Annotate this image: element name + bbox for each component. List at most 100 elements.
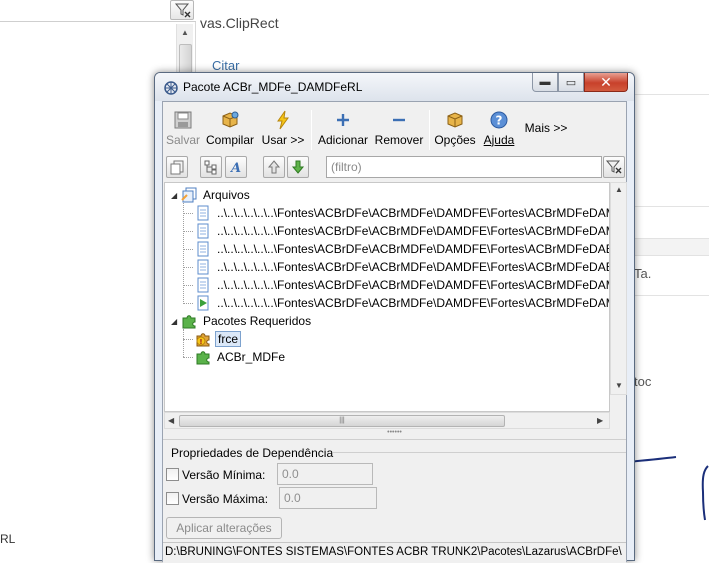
toolbar-separator [429,110,430,150]
tree-view-button[interactable] [200,156,222,178]
more-button[interactable]: Mais >> [521,108,571,152]
background-left-header [0,0,196,22]
background-toc-text: toc [634,374,652,389]
minimize-icon: ▬ [539,76,551,88]
dependency-properties-title: Propriedades de Dependência [171,446,334,460]
panel-splitter[interactable]: •••••• [163,429,626,437]
package-name: frce [215,331,242,347]
tree-package-item-frce[interactable]: ! frce [195,330,242,348]
tree-file-item[interactable]: ..\..\..\..\..\..\Fontes\ACBrDFe\ACBrMDF… [195,240,609,258]
window-client-area: Salvar Compilar Usar >> Adicionar Remove… [162,101,627,563]
filter-input[interactable] [326,156,602,178]
tree-connector [183,231,193,232]
scroll-up-arrow-icon[interactable]: ▲ [615,185,623,194]
tree-package-item-acbr-mdfe[interactable]: ACBr_MDFe [195,348,287,366]
file-path: ..\..\..\..\..\..\Fontes\ACBrDFe\ACBrMDF… [217,296,610,310]
maximize-button[interactable]: ▭ [558,73,584,92]
section-divider [163,439,626,440]
package-name: ACBr_MDFe [217,350,286,364]
tree-horizontal-scrollbar[interactable]: ◀ ||| ▶ [164,412,610,429]
tree-label: Pacotes Requeridos [203,314,312,328]
svg-text:A: A [229,161,241,175]
tree-file-item[interactable]: ..\..\..\..\..\..\Fontes\ACBrDFe\ACBrMDF… [195,294,610,312]
warning-package-icon: ! [196,333,210,347]
clear-filter-button[interactable] [603,156,625,178]
use-label: Usar >> [261,133,305,147]
document-icon [170,160,184,175]
move-up-button[interactable] [263,156,285,178]
save-label: Salvar [165,133,200,147]
alpha-sort-icon: A [229,161,241,175]
file-path: ..\..\..\..\..\..\Fontes\ACBrDFe\ACBrMDF… [217,278,610,292]
ink-stroke-vertical [701,465,709,521]
package-tree[interactable]: ◢ Arquivos ..\..\..\..\..\..\Fontes\ACBr… [164,182,610,412]
options-icon [447,112,463,128]
window-titlebar[interactable]: Pacote ACBr_MDFe_DAMDFeRL ▬ ▭ ✕ [155,73,634,101]
tree-structure-icon [204,160,217,175]
horizontal-scroll-thumb[interactable]: ||| [179,415,505,427]
arrow-down-icon [291,160,305,174]
svg-text:?: ? [496,114,503,128]
background-citar-link[interactable]: Citar [212,58,239,73]
arrow-up-icon [267,160,281,174]
scroll-down-arrow-icon[interactable]: ▼ [615,381,623,390]
add-button[interactable]: Adicionar [315,108,371,152]
tree-node-arquivos[interactable]: ◢ Arquivos [171,186,252,204]
group-divider [333,452,626,453]
expand-triangle-icon[interactable]: ◢ [171,191,181,200]
options-label: Opções [434,133,476,147]
background-filter-button[interactable] [170,0,194,20]
file-path: ..\..\..\..\..\..\Fontes\ACBrDFe\ACBrMDF… [217,206,610,220]
scroll-up-arrow-icon[interactable]: ▲ [181,28,189,37]
tree-label: Arquivos [203,188,250,202]
compile-button[interactable]: Compilar [203,108,257,152]
max-version-input[interactable] [279,487,377,509]
use-button[interactable]: Usar >> [259,108,307,152]
min-version-input[interactable] [277,463,373,485]
scroll-right-arrow-icon[interactable]: ▶ [597,416,603,425]
max-version-checkbox[interactable] [166,492,179,505]
options-button[interactable]: Opções [433,108,477,152]
tree-connector [183,267,193,268]
tree-file-item[interactable]: ..\..\..\..\..\..\Fontes\ACBrDFe\ACBrMDF… [195,276,610,294]
puzzle-icon [182,315,196,329]
tree-connector [183,249,193,250]
save-button[interactable]: Salvar [165,108,201,152]
tree-connector [183,303,193,304]
tree-connector [183,285,193,286]
compile-icon [222,111,239,128]
lightning-icon [277,110,289,130]
background-right-row [632,238,709,256]
apply-changes-button[interactable]: Aplicar alterações [166,517,282,539]
tree-file-item[interactable]: ..\..\..\..\..\..\Fontes\ACBrDFe\ACBrMDF… [195,258,609,276]
tree-file-item[interactable]: ..\..\..\..\..\..\Fontes\ACBrDFe\ACBrMDF… [195,204,610,222]
remove-button[interactable]: Remover [373,108,425,152]
sort-alpha-button[interactable]: A [225,156,247,178]
scroll-left-arrow-icon[interactable]: ◀ [168,416,174,425]
source-file-icon [197,259,209,275]
tree-connector [183,339,193,340]
package-window: Pacote ACBr_MDFe_DAMDFeRL ▬ ▭ ✕ Salvar C… [154,72,635,563]
tree-connector [183,213,193,214]
tree-file-item[interactable]: ..\..\..\..\..\..\Fontes\ACBrDFe\ACBrMDF… [195,222,610,240]
file-path: ..\..\..\..\..\..\Fontes\ACBrDFe\ACBrMDF… [217,224,610,238]
source-file-icon [197,277,209,293]
move-down-button[interactable] [287,156,309,178]
close-icon: ✕ [600,73,612,90]
tree-node-pacotes-requeridos[interactable]: ◢ Pacotes Requeridos [171,312,313,330]
tree-connector [183,203,184,304]
max-version-label: Versão Máxima: [182,492,269,506]
open-file-button[interactable] [166,156,188,178]
help-button[interactable]: ? Ajuda [479,108,519,152]
background-rl-text: RL [0,532,16,546]
min-version-checkbox[interactable] [166,468,179,481]
filter-clear-icon [605,160,622,174]
window-caption-buttons: ▬ ▭ ✕ [532,73,628,93]
close-button[interactable]: ✕ [584,73,628,92]
main-toolbar: Salvar Compilar Usar >> Adicionar Remove… [163,108,626,152]
save-icon [174,111,192,129]
help-label: Ajuda [483,133,515,147]
tree-vertical-scrollbar[interactable]: ▲ ▼ [610,182,627,395]
minimize-button[interactable]: ▬ [532,73,558,92]
expand-triangle-icon[interactable]: ◢ [171,317,181,326]
